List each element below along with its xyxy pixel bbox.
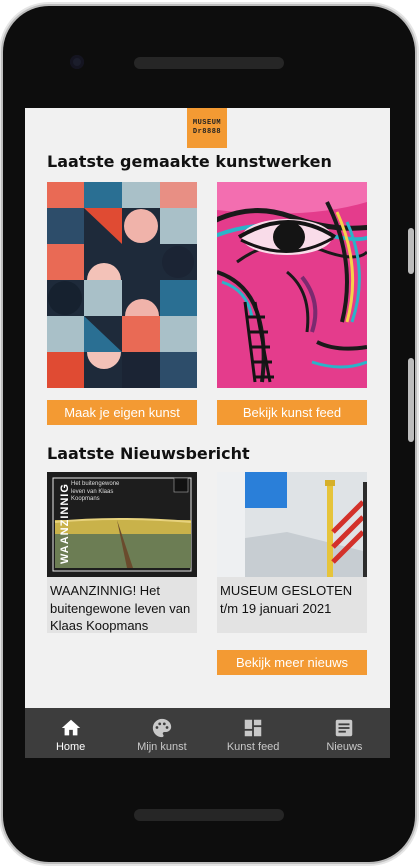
nav-label-art-feed: Kunst feed: [226, 741, 280, 753]
front-camera: [70, 55, 84, 69]
nav-label-home: Home: [55, 741, 86, 753]
nav-label-my-art: Mijn kunst: [137, 741, 187, 753]
newspaper-icon: [336, 719, 353, 737]
nav-item-home[interactable]: Home: [25, 708, 116, 758]
artworks-heading: Laatste gemaakte kunstwerken: [47, 152, 332, 171]
news-image-poster: WAANZINNIG Het buitengewone leven van Kl…: [47, 472, 197, 577]
make-art-button[interactable]: Maak je eigen kunst: [47, 400, 197, 425]
news-image-museum-interior: [217, 472, 367, 577]
news-card-title: MUSEUM GESLOTEN t/m 19 januari 2021: [220, 583, 353, 616]
palette-icon: [152, 718, 172, 738]
volume-button: [408, 358, 414, 442]
view-art-feed-button[interactable]: Bekijk kunst feed: [217, 400, 367, 425]
museum-logo[interactable]: MUSEUM Dr8888: [187, 108, 227, 148]
top-speaker: [134, 57, 284, 69]
news-card[interactable]: WAANZINNIG Het buitengewone leven van Kl…: [47, 472, 197, 633]
logo-line-1: MUSEUM: [192, 119, 222, 127]
artwork-face[interactable]: [217, 182, 367, 388]
more-news-button[interactable]: Bekijk meer nieuws: [217, 650, 367, 675]
nav-item-news[interactable]: Nieuws: [299, 708, 390, 758]
nav-label-news: Nieuws: [326, 741, 363, 753]
poster-title: WAANZINNIG: [59, 483, 71, 564]
logo-line-2: Dr8888: [192, 128, 222, 136]
power-button: [408, 228, 414, 274]
nav-item-my-art[interactable]: Mijn kunst: [116, 708, 207, 758]
poster-subtitle: Het buitengewone leven van Klaas Koopman…: [71, 481, 120, 502]
bottom-navigation: Home Mijn kunst Kunst feed Nieuws: [25, 708, 390, 758]
dashboard-icon: [244, 719, 262, 737]
news-card-title: WAANZINNIG! Het buitengewone leven van K…: [50, 583, 191, 633]
bottom-speaker: [134, 809, 284, 821]
news-card[interactable]: MUSEUM GESLOTEN t/m 19 januari 2021: [217, 472, 367, 633]
news-heading: Laatste Nieuwsbericht: [47, 444, 250, 463]
home-icon: [61, 719, 80, 736]
nav-item-art-feed[interactable]: Kunst feed: [208, 708, 299, 758]
artwork-geometric[interactable]: [47, 182, 197, 388]
app-screen: MUSEUM Dr8888 Laatste gemaakte kunstwerk…: [25, 108, 390, 758]
